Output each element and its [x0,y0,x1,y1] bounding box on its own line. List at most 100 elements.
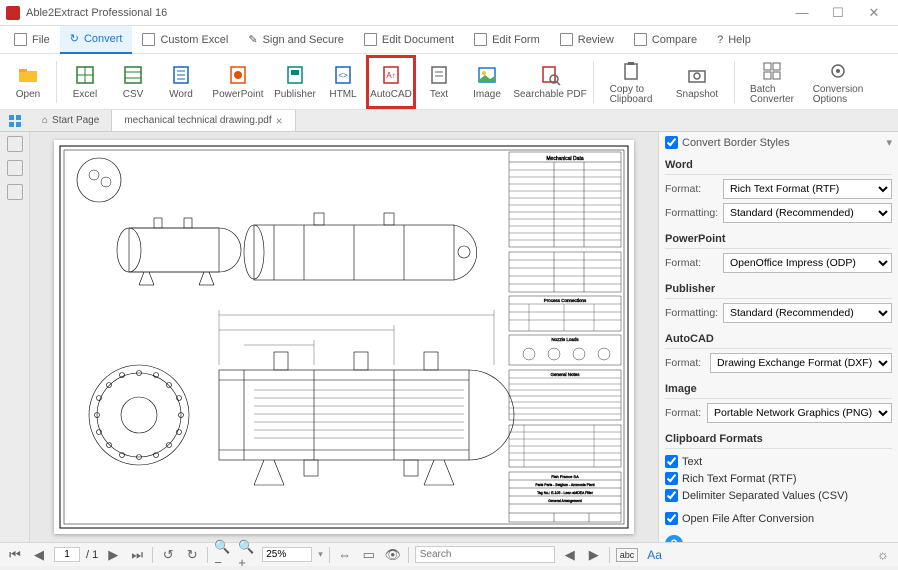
ribbon-snapshot[interactable]: Snapshot [664,56,730,108]
menu-compare[interactable]: Compare [624,26,707,54]
ribbon-open[interactable]: Open [4,56,52,108]
img-format-select[interactable]: Portable Network Graphics (PNG) [707,403,892,423]
review-icon [560,33,573,46]
page-number-field[interactable] [54,547,80,562]
home-icon: ⌂ [42,115,48,126]
menu-help[interactable]: ?Help [707,26,761,54]
close-button[interactable]: ✕ [856,0,892,26]
svg-text:Nozzle Loads: Nozzle Loads [551,337,579,342]
section-powerpoint: PowerPoint [665,227,892,249]
app-title: Able2Extract Professional 16 [26,7,784,19]
tabbar-grid-button[interactable] [0,110,30,131]
rotate-ccw-button[interactable]: ↺ [159,546,177,564]
svg-text:<>: <> [338,71,348,80]
pdf-page: Mechanical Data [54,140,634,534]
zoom-dropdown-icon[interactable]: ▾ [318,549,323,560]
ribbon-batch-converter[interactable]: Batch Converter [739,56,805,108]
brightness-button[interactable]: ☼ [874,546,892,564]
search-field[interactable] [415,546,555,563]
search-prev-button[interactable]: ◀ [561,546,579,564]
match-case-button[interactable]: abc [616,548,639,562]
menu-edit-form[interactable]: Edit Form [464,26,550,54]
ribbon-conversion-options[interactable]: Conversion Options [805,56,871,108]
menu-custom-excel[interactable]: Custom Excel [132,26,238,54]
section-publisher: Publisher [665,277,892,299]
statusbar: ⏮ ◀ / 1 ▶ ⏭ ↺ ↻ 🔍− 🔍+ ▾ ⇔ ▭ 👁 ◀ ▶ abc Aa… [0,542,898,566]
menu-sign-secure[interactable]: ✎Sign and Secure [238,26,354,54]
acad-format-select[interactable]: Drawing Exchange Format (DXF) [710,353,892,373]
search-next-button[interactable]: ▶ [585,546,603,564]
grid-icon [8,114,22,128]
side-panel: Convert Border Styles▾ Word Format:Rich … [658,132,898,542]
section-autocad: AutoCAD [665,327,892,349]
form-icon [474,33,487,46]
cb-text-checkbox[interactable] [665,455,678,468]
zoom-field[interactable] [262,547,312,562]
fit-page-button[interactable]: ▭ [360,546,378,564]
batch-icon [761,60,783,82]
prev-page-button[interactable]: ◀ [30,546,48,564]
left-rail [0,132,30,542]
maximize-button[interactable]: ☐ [820,0,856,26]
cb-csv-checkbox[interactable] [665,489,678,502]
camera-icon [686,64,708,86]
svg-text:A↑: A↑ [386,71,395,80]
menu-convert[interactable]: ↻Convert [60,26,133,54]
ribbon-autocad[interactable]: A↑AutoCAD [367,56,415,108]
last-page-button[interactable]: ⏭ [128,546,146,564]
file-icon [14,33,27,46]
tab-document[interactable]: mechanical technical drawing.pdf× [112,110,295,131]
tab-close-icon[interactable]: × [276,114,283,128]
menu-review[interactable]: Review [550,26,624,54]
ribbon-text[interactable]: Text [415,56,463,108]
open-after-checkbox[interactable] [665,512,678,525]
bookmarks-button[interactable] [7,160,23,176]
menu-file[interactable]: File [4,26,60,54]
thumbnails-button[interactable] [7,136,23,152]
doc-icon [364,33,377,46]
section-clipboard-formats: Clipboard Formats [665,427,892,449]
minimize-button[interactable]: — [784,0,820,26]
gear-icon [827,60,849,82]
ribbon-word[interactable]: Word [157,56,205,108]
tab-start-page[interactable]: ⌂Start Page [30,110,112,131]
next-page-button[interactable]: ▶ [104,546,122,564]
zoom-in-button[interactable]: 🔍+ [238,546,256,564]
ribbon-publisher[interactable]: Publisher [271,56,319,108]
document-viewer[interactable]: Mechanical Data [30,132,658,542]
ribbon-excel[interactable]: Excel [61,56,109,108]
pub-formatting-select[interactable]: Standard (Recommended) [723,303,892,323]
eye-button[interactable]: 👁 [384,546,402,564]
zoom-out-button[interactable]: 🔍− [214,546,232,564]
folder-icon [17,64,39,86]
text-size-button[interactable]: Aa [644,548,665,562]
help-icon: ? [717,34,723,46]
ribbon-searchable-pdf[interactable]: Searchable PDF [511,56,589,108]
help-button[interactable]: ? [665,535,683,542]
first-page-button[interactable]: ⏮ [6,546,24,564]
convert-border-styles-row[interactable]: Convert Border Styles▾ [665,132,892,153]
svg-text:Paris Paris - Belgium - Ammoni: Paris Paris - Belgium - Ammonia Plant [535,483,594,487]
html-icon: <> [332,64,354,86]
ribbon-csv[interactable]: CSV [109,56,157,108]
ppt-format-select[interactable]: OpenOffice Impress (ODP) [723,253,892,273]
word-format-select[interactable]: Rich Text Format (RTF) [723,179,892,199]
tabbar: ⌂Start Page mechanical technical drawing… [0,110,898,132]
ribbon-image[interactable]: Image [463,56,511,108]
attachments-button[interactable] [7,184,23,200]
searchable-pdf-icon [539,64,561,86]
rotate-cw-button[interactable]: ↻ [183,546,201,564]
ribbon-copy-clipboard[interactable]: Copy to Clipboard [598,56,664,108]
ribbon-html[interactable]: <>HTML [319,56,367,108]
word-formatting-select[interactable]: Standard (Recommended) [723,203,892,223]
ribbon-powerpoint[interactable]: PowerPoint [205,56,271,108]
compare-icon [634,33,647,46]
chevron-down-icon: ▾ [886,136,892,149]
titlebar: Able2Extract Professional 16 — ☐ ✕ [0,0,898,26]
technical-drawing: Mechanical Data [54,140,634,534]
svg-text:General Notes: General Notes [550,372,580,377]
menu-edit-document[interactable]: Edit Document [354,26,464,54]
cb-rtf-checkbox[interactable] [665,472,678,485]
fit-width-button[interactable]: ⇔ [336,546,354,564]
autocad-icon: A↑ [380,64,402,86]
